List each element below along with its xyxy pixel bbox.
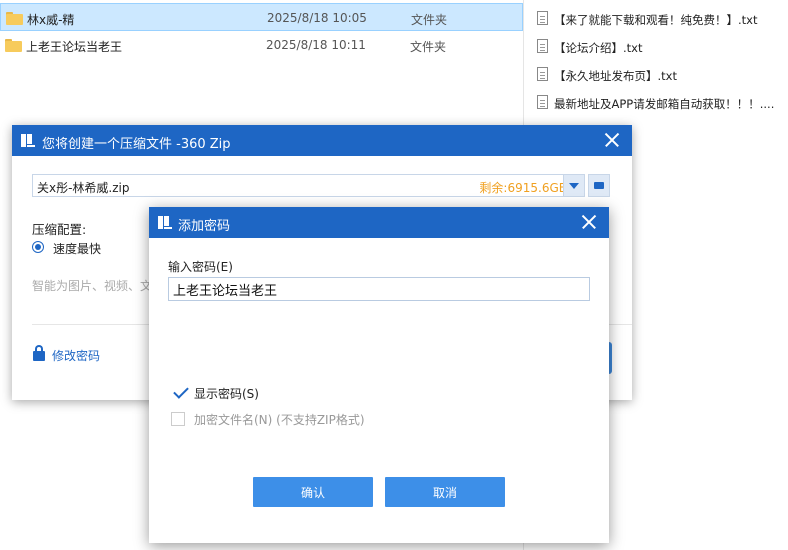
- compression-hint: 智能为图片、视频、文: [32, 279, 153, 293]
- text-file-icon: [537, 67, 548, 81]
- folder-browse-icon[interactable]: [588, 174, 610, 197]
- text-file-icon: [537, 39, 548, 53]
- cancel-button[interactable]: 取消: [385, 477, 505, 507]
- confirm-button[interactable]: 确认: [253, 477, 373, 507]
- close-icon[interactable]: [605, 133, 619, 147]
- folder-icon: [6, 12, 23, 25]
- free-space-label: 剩余:6915.6GB: [479, 181, 567, 195]
- file-name: 上老王论坛当老王: [26, 40, 123, 54]
- fastest-speed-radio[interactable]: [32, 241, 44, 253]
- folder-icon: [5, 39, 22, 52]
- txt-file-label: 【来了就能下载和观看！纯免费！】.txt: [554, 13, 758, 27]
- txt-file-label: 【论坛介绍】.txt: [554, 41, 643, 55]
- encrypt-filenames-checkbox: [171, 412, 185, 426]
- add-password-dialog: 添加密码 输入密码(E) 显示密码(S) 加密文件名(N) (不支持ZIP格式)…: [149, 207, 609, 543]
- text-file-icon: [537, 95, 548, 109]
- password-dialog-titlebar[interactable]: 添加密码: [149, 207, 609, 238]
- encrypt-filenames-label: 加密文件名(N) (不支持ZIP格式): [194, 413, 365, 427]
- txt-file-pane: 【来了就能下载和观看！纯免费！】.txt 【论坛介绍】.txt 【永久地址发布页…: [524, 0, 788, 120]
- show-password-checkbox[interactable]: [174, 386, 188, 400]
- close-icon[interactable]: [582, 215, 596, 229]
- file-date: 2025/8/18 10:11: [266, 38, 366, 52]
- txt-file-label: 最新地址及APP请发邮箱自动获取！！！....: [554, 97, 775, 111]
- change-password-link[interactable]: 修改密码: [52, 347, 100, 364]
- show-password-label: 显示密码(S): [194, 387, 259, 401]
- file-type: 文件夹: [410, 40, 447, 54]
- password-dialog-title: 添加密码: [178, 219, 231, 234]
- password-input-label: 输入密码(E): [168, 260, 233, 274]
- lock-icon: [33, 345, 45, 361]
- app-logo-icon: [21, 134, 35, 147]
- zip-dialog-title: 您将创建一个压缩文件 -360 Zip: [42, 137, 231, 152]
- zip-dialog-titlebar[interactable]: 您将创建一个压缩文件 -360 Zip: [12, 125, 632, 156]
- file-date: 2025/8/18 10:05: [267, 11, 367, 25]
- txt-file-label: 【永久地址发布页】.txt: [554, 69, 677, 83]
- file-row[interactable]: 林x威-精 2025/8/18 10:05 文件夹: [0, 3, 523, 31]
- fastest-speed-label: 速度最快: [53, 242, 102, 256]
- text-file-icon: [537, 11, 548, 25]
- archive-path-field[interactable]: 关x彤-林希威.zip 剩余:6915.6GB: [32, 174, 572, 197]
- archive-path-value: 关x彤-林希威.zip: [37, 181, 130, 195]
- chevron-down-icon[interactable]: [563, 174, 585, 197]
- file-type: 文件夹: [411, 13, 448, 27]
- file-name: 林x威-精: [27, 13, 75, 27]
- password-input[interactable]: [168, 277, 590, 301]
- file-row[interactable]: 上老王论坛当老王 2025/8/18 10:11 文件夹: [0, 31, 523, 59]
- app-logo-icon: [158, 216, 172, 229]
- compression-config-label: 压缩配置:: [32, 222, 87, 237]
